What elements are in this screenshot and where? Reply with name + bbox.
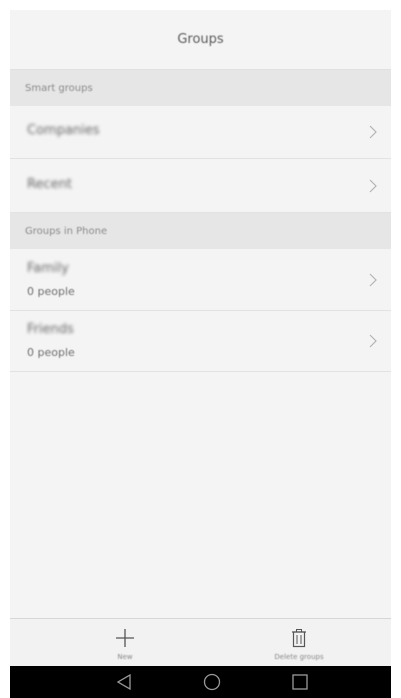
home-circle-icon[interactable] bbox=[201, 672, 223, 692]
trash-icon bbox=[288, 627, 310, 649]
groups-screen: Groups Smart groups Companies Recent Gro… bbox=[10, 10, 391, 698]
group-name: Family bbox=[27, 261, 69, 276]
member-count: 0 people bbox=[27, 346, 75, 359]
system-navigation-bar bbox=[10, 666, 391, 698]
chevron-right-icon bbox=[365, 178, 381, 194]
new-group-button[interactable]: New bbox=[93, 619, 157, 667]
chevron-right-icon bbox=[365, 272, 381, 288]
delete-groups-button[interactable]: Delete groups bbox=[254, 619, 344, 667]
section-header-smart-groups: Smart groups bbox=[10, 70, 391, 107]
chevron-right-icon bbox=[365, 124, 381, 140]
bottom-action-bar: New Delete groups bbox=[10, 618, 391, 667]
section-title: Groups in Phone bbox=[25, 225, 108, 237]
chevron-right-icon bbox=[365, 333, 381, 349]
recents-square-icon[interactable] bbox=[289, 672, 311, 692]
member-count: 0 people bbox=[27, 285, 75, 298]
section-header-groups-in-phone: Groups in Phone bbox=[10, 213, 391, 250]
group-row-family[interactable]: Family 0 people bbox=[10, 249, 391, 311]
page-title: Groups bbox=[177, 32, 224, 47]
group-row-recent[interactable]: Recent bbox=[10, 159, 391, 213]
title-bar: Groups bbox=[10, 10, 391, 70]
group-name: Friends bbox=[27, 322, 74, 337]
empty-list-area bbox=[10, 382, 391, 618]
back-triangle-icon[interactable] bbox=[113, 672, 135, 692]
section-title: Smart groups bbox=[25, 82, 93, 94]
delete-groups-label: Delete groups bbox=[274, 653, 324, 661]
group-row-companies[interactable]: Companies bbox=[10, 106, 391, 159]
group-name: Recent bbox=[27, 177, 72, 192]
group-name: Companies bbox=[27, 123, 100, 138]
group-row-friends[interactable]: Friends 0 people bbox=[10, 311, 391, 372]
plus-icon bbox=[114, 627, 136, 649]
new-group-label: New bbox=[117, 653, 133, 661]
